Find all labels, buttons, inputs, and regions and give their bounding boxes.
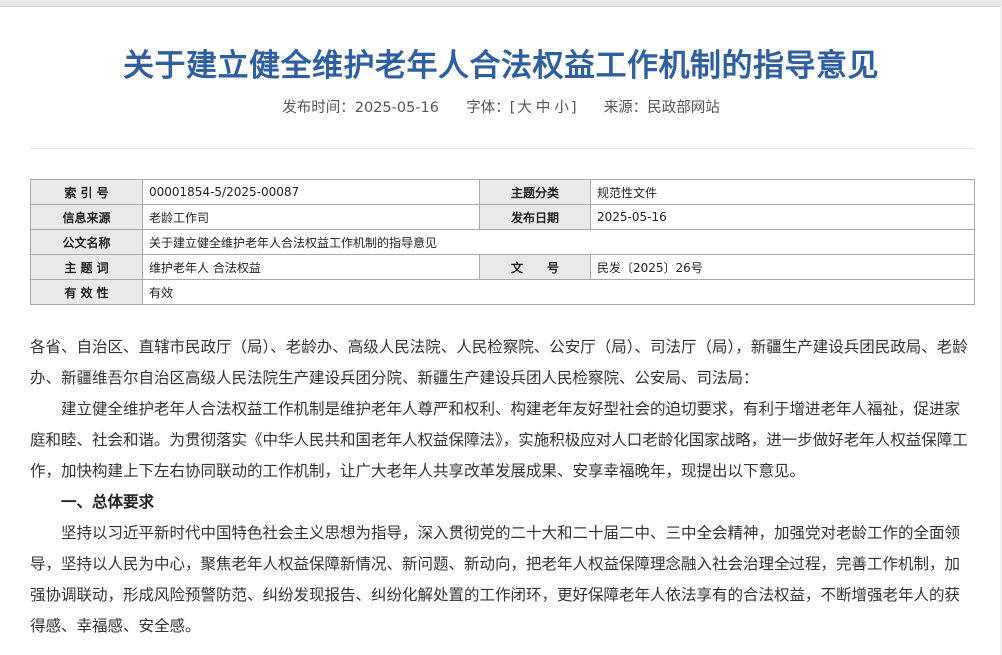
keywords-value: 维护老年人 合法权益 [142, 254, 480, 280]
doc-number-value: 民发〔2025〕26号 [590, 254, 975, 280]
table-row: 信息来源 老龄工作司 发布日期 2025-05-16 [30, 204, 975, 230]
intro-paragraph: 建立健全维护老年人合法权益工作机制是维护老年人尊严和权利、构建老年友好型社会的迫… [30, 400, 968, 480]
doc-name-value: 关于建立健全维护老年人合法权益工作机制的指导意见 [142, 229, 975, 255]
index-value: 00001854-5/2025-00087 [142, 179, 480, 205]
doc-name-label: 公文名称 [30, 229, 143, 255]
article-meta: 发布时间：2025-05-16 字体：[大中小] 来源：民政部网站 [0, 96, 1002, 117]
font-small-link[interactable]: 小 [552, 96, 571, 117]
bracket-close: ] [570, 100, 577, 116]
article-body: 各省、自治区、直辖市民政厅（局）、老龄办、高级人民法院、人民检察院、公安厅（局）… [30, 332, 974, 642]
document-info-table: 索 引 号 00001854-5/2025-00087 主题分类 规范性文件 信… [30, 179, 975, 305]
source-value: 民政部网站 [647, 100, 720, 116]
validity-label: 有 效 性 [30, 279, 143, 305]
keywords-label: 主 题 词 [30, 254, 143, 280]
font-size-selector: [大中小] [510, 96, 577, 117]
table-row: 索 引 号 00001854-5/2025-00087 主题分类 规范性文件 [30, 179, 975, 205]
date-value: 2025-05-16 [590, 204, 975, 230]
table-row: 主 题 词 维护老年人 合法权益 文 号 民发〔2025〕26号 [30, 254, 975, 280]
publish-time-value: 2025-05-16 [354, 100, 439, 116]
table-row: 公文名称 关于建立健全维护老年人合法权益工作机制的指导意见 [30, 229, 975, 255]
section-heading: 一、总体要求 [61, 493, 155, 511]
publish-time-label: 发布时间： [282, 100, 355, 116]
font-size-label: 字体： [466, 100, 510, 116]
date-label: 发布日期 [479, 204, 591, 230]
category-value: 规范性文件 [590, 179, 975, 205]
font-large-link[interactable]: 大 [515, 96, 534, 117]
page-title: 关于建立健全维护老年人合法权益工作机制的指导意见 [123, 48, 879, 84]
header-divider [30, 148, 974, 149]
section-paragraph: 坚持以习近平新时代中国特色社会主义思想为指导，深入贯彻党的二十大和二十届二中、三… [30, 524, 961, 635]
validity-value: 有效 [142, 279, 975, 305]
doc-number-label: 文 号 [479, 254, 591, 280]
source-label: 来源： [603, 100, 648, 116]
window-top-frame [0, 0, 1002, 7]
table-row: 有 效 性 有效 [30, 279, 975, 305]
origin-value: 老龄工作司 [142, 204, 480, 230]
font-medium-link[interactable]: 中 [534, 96, 553, 117]
origin-label: 信息来源 [30, 204, 143, 230]
index-label: 索 引 号 [30, 179, 143, 205]
category-label: 主题分类 [479, 179, 591, 205]
addressees-paragraph: 各省、自治区、直辖市民政厅（局）、老龄办、高级人民法院、人民检察院、公安厅（局）… [30, 338, 968, 387]
